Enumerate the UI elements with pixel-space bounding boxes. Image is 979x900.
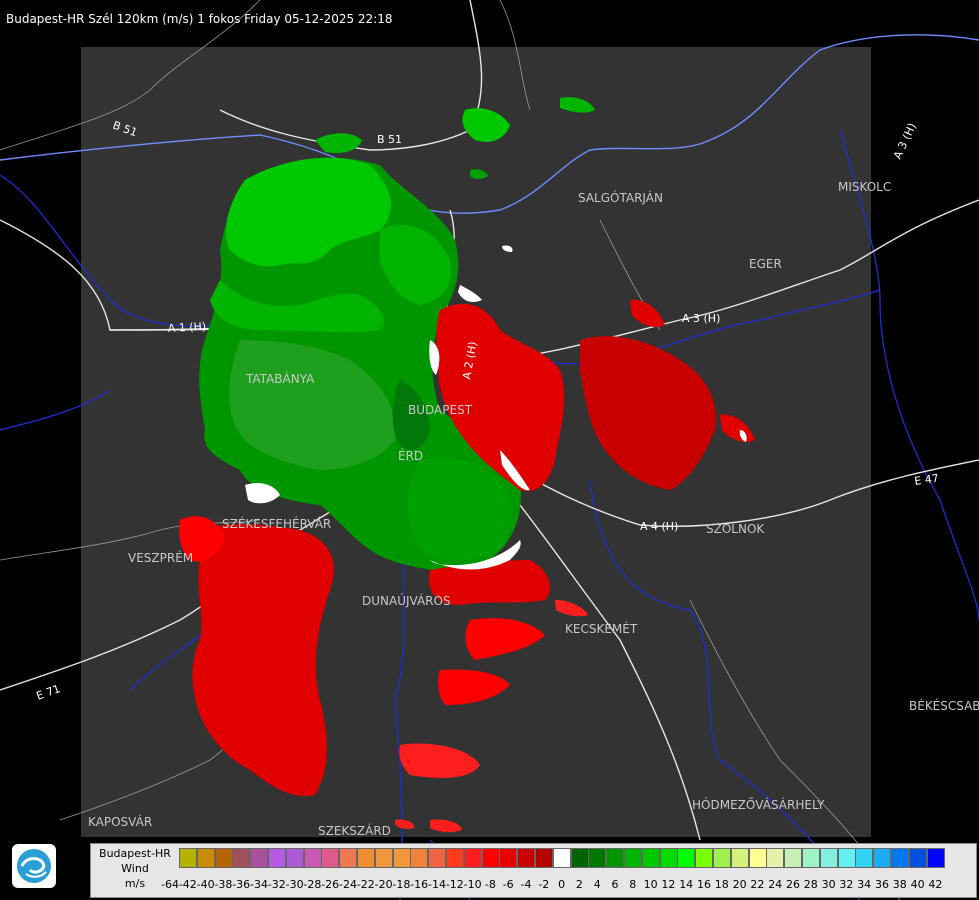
legend-swatch: [926, 848, 945, 868]
legend-swatch: [784, 848, 803, 868]
legend-swatch: [766, 848, 785, 868]
legend-swatch: [517, 848, 536, 868]
city-label: TATABÁNYA: [245, 371, 315, 386]
city-label: BUDAPEST: [408, 403, 473, 417]
city-label: DUNAÚJVÁROS: [362, 593, 451, 608]
legend-swatch: [357, 848, 375, 868]
legend-swatch: [588, 848, 607, 868]
legend-swatch: [303, 848, 322, 868]
city-label: VESZPRÉM: [128, 550, 193, 565]
legend-swatch: [535, 848, 553, 868]
legend-swatch: [392, 848, 411, 868]
legend-swatch: [250, 848, 269, 868]
logo: [12, 844, 56, 888]
legend-swatch: [802, 848, 820, 868]
legend-swatch: [321, 848, 340, 868]
legend-swatch: [552, 848, 571, 868]
city-label: KAPOSVÁR: [88, 814, 152, 829]
city-label: ÉRD: [398, 448, 423, 463]
legend-swatch: [695, 848, 714, 868]
road-label: A 1 (H): [167, 320, 206, 335]
legend-swatch: [908, 848, 927, 868]
legend-swatch: [232, 848, 251, 868]
legend-swatch: [873, 848, 892, 868]
legend-swatch: [855, 848, 874, 868]
legend-swatch: [410, 848, 429, 868]
legend-quantity: Wind: [121, 862, 149, 875]
road-label: B 51: [377, 133, 402, 146]
road-label: A 3 (H): [891, 121, 919, 161]
legend-swatch: [606, 848, 625, 868]
city-label: SZEKSZÁRD: [318, 823, 391, 838]
road-label: A 3 (H): [682, 312, 720, 325]
city-label: HÓDMEZŐVÁSÁRHELY: [692, 797, 825, 812]
legend-swatch: [196, 848, 215, 868]
legend-tick-label: 42: [928, 878, 943, 891]
city-label: BÉKÉSCSABA: [909, 698, 979, 713]
city-label: SALGÓTARJÁN: [578, 190, 663, 205]
city-label: SZÉKESFEHÉRVÁR: [222, 516, 331, 531]
legend-swatch: [428, 848, 447, 868]
legend-swatch: [374, 848, 393, 868]
legend-swatch: [463, 848, 482, 868]
city-label: MISKOLC: [838, 180, 891, 194]
legend-swatch: [659, 848, 678, 868]
legend-swatch: [730, 848, 749, 868]
legend-swatch: [570, 848, 589, 868]
legend-swatch: [624, 848, 642, 868]
legend-swatch: [481, 848, 500, 868]
legend-swatch: [713, 848, 731, 868]
city-label: KECSKEMÉT: [565, 621, 638, 636]
radar-map[interactable]: SALGÓTARJÁN MISKOLC EGER TATABÁNYA BUDAP…: [0, 0, 979, 900]
legend-swatch: [446, 848, 464, 868]
legend-swatch: [819, 848, 838, 868]
road-label: E 47: [914, 472, 940, 488]
legend-swatch: [891, 848, 909, 868]
legend-swatch: [214, 848, 233, 868]
legend-radar-name: Budapest-HR: [99, 847, 171, 860]
legend-swatch: [499, 848, 518, 868]
legend-swatch: [268, 848, 286, 868]
weather-logo-icon: [17, 849, 51, 883]
legend-swatch: [641, 848, 660, 868]
legend-swatch: [339, 848, 358, 868]
city-label: SZOLNOK: [706, 522, 765, 536]
city-label: EGER: [749, 257, 782, 271]
legend-swatch: [837, 848, 856, 868]
road-label: E 71: [35, 682, 62, 703]
road-label: A 4 (H): [640, 520, 678, 533]
legend-swatch: [285, 848, 304, 868]
legend-swatch: [179, 848, 197, 868]
legend-swatch: [677, 848, 696, 868]
legend-swatch: [748, 848, 767, 868]
color-legend: Budapest-HR Wind m/s -64 -42 -40 -38 -36 -34-…: [90, 843, 977, 898]
